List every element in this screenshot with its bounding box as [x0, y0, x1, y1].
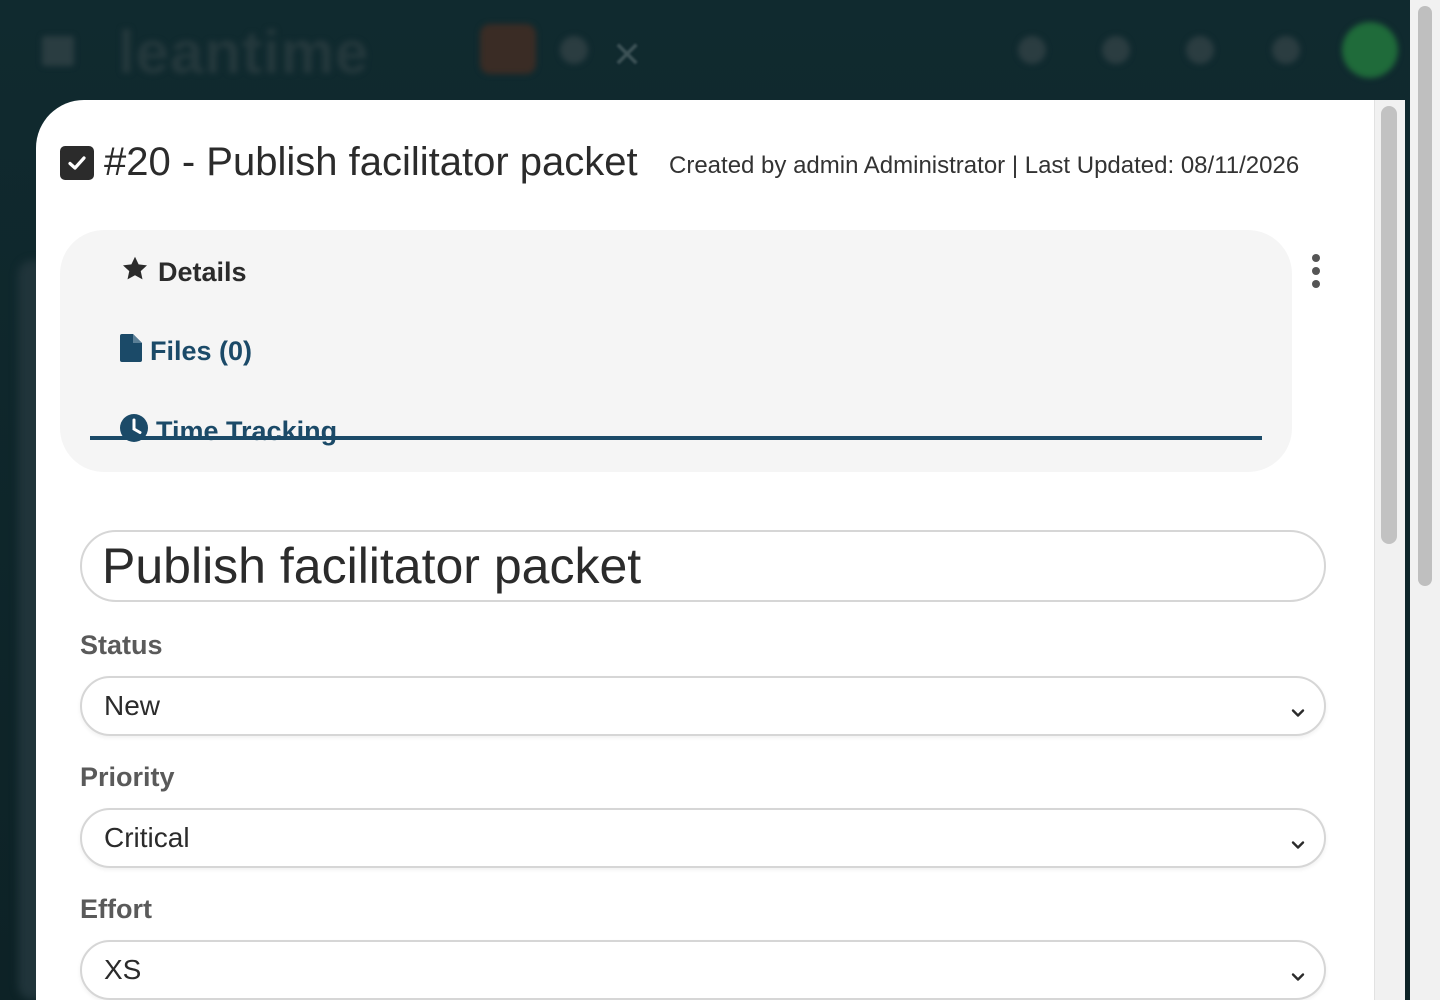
tab-label: Time Tracking	[156, 416, 338, 446]
more-options-icon[interactable]	[1306, 254, 1326, 288]
search-icon	[560, 36, 588, 64]
star-icon	[120, 254, 150, 291]
priority-label: Priority	[80, 762, 175, 792]
status-select[interactable]: New	[80, 676, 1326, 736]
tab-panel: Details Files (0) Time Tracking	[60, 230, 1292, 472]
header-icon	[1272, 36, 1300, 64]
status-value: New	[104, 690, 161, 721]
modal-scrollbar-thumb[interactable]	[1381, 106, 1397, 544]
header-icon	[1018, 36, 1046, 64]
ticket-meta: Created by admin Administrator | Last Up…	[669, 152, 1300, 179]
chevron-down-icon	[1290, 696, 1306, 728]
project-chip	[480, 24, 536, 74]
tab-label: Details	[158, 257, 247, 287]
tab-files[interactable]: Files (0)	[120, 334, 252, 369]
status-label: Status	[80, 630, 163, 660]
ticket-title-input[interactable]	[80, 530, 1326, 602]
ticket-modal: #20 - Publish facilitator packet Created…	[36, 100, 1374, 1000]
page-scrollbar-thumb[interactable]	[1418, 6, 1432, 586]
app-logo: leantime	[118, 19, 370, 86]
chevron-down-icon	[1290, 960, 1306, 992]
file-icon	[120, 334, 142, 369]
effort-value: XS	[104, 954, 142, 985]
priority-select[interactable]: Critical	[80, 808, 1326, 868]
chevron-down-icon	[1290, 828, 1306, 860]
header-icon	[1186, 36, 1214, 64]
header-icon	[1102, 36, 1130, 64]
priority-value: Critical	[104, 822, 190, 853]
ticket-header: #20 - Publish facilitator packet	[60, 140, 638, 185]
menu-icon	[42, 36, 74, 66]
checkbox-icon	[60, 145, 94, 180]
effort-label: Effort	[80, 894, 152, 924]
avatar	[1342, 22, 1398, 78]
close-icon[interactable]: ✕	[612, 34, 642, 76]
tab-label: Files (0)	[150, 336, 253, 366]
effort-select[interactable]: XS	[80, 940, 1326, 1000]
page-title: #20 - Publish facilitator packet	[104, 140, 638, 184]
tab-details[interactable]: Details	[120, 254, 247, 291]
tab-time-tracking[interactable]: Time Tracking	[120, 414, 337, 449]
background-header: leantime	[0, 0, 1440, 100]
clock-icon	[120, 414, 148, 449]
